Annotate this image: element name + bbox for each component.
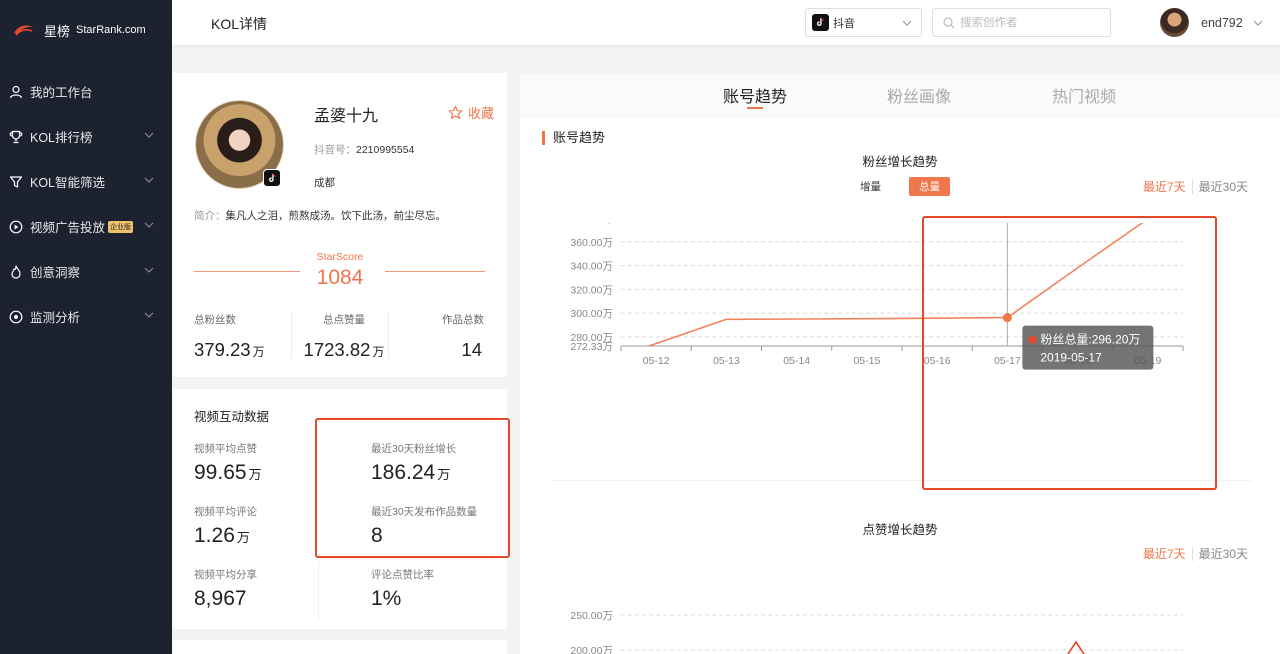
trophy-icon [9, 130, 23, 144]
brand-name-cn: 星榜 [44, 23, 71, 39]
divider [291, 311, 292, 359]
y-tick-label: 340.00万 [570, 261, 613, 273]
range-30d[interactable]: 最近30天 [1199, 178, 1248, 195]
flame-icon [9, 264, 23, 279]
sidebar-item-5[interactable]: 创意洞察 [0, 249, 172, 294]
y-tick-label: 360.00万 [570, 237, 613, 249]
sidebar-item-3[interactable]: KOL智能筛选 [0, 159, 172, 204]
user-menu[interactable]: end792 [1160, 8, 1263, 37]
chevron-down-icon [902, 20, 912, 26]
sidebar: 星榜 StarRank.com 我的工作台 KOL排行榜 KOL智能筛选 视频广告投放… [0, 0, 172, 654]
star-icon [448, 105, 463, 119]
metric-avg-shares: 视频平均分享 8,967 [194, 569, 257, 610]
section-title: 账号趋势 [542, 131, 605, 145]
sidebar-item-2[interactable]: KOL排行榜 [0, 114, 172, 159]
search-input[interactable] [960, 16, 1100, 29]
range-separator [1191, 546, 1193, 561]
range-30d[interactable]: 最近30天 [1199, 545, 1248, 562]
x-tick-label: 05-15 [853, 355, 880, 367]
y-tick-label: 280.00万 [570, 332, 613, 344]
chevron-down-icon [144, 132, 154, 138]
kol-name: 孟婆十九 [314, 108, 379, 125]
range-switch: 最近7天 最近30天 [1143, 178, 1248, 195]
x-tick-label: 05-12 [643, 355, 670, 367]
range-separator [1191, 179, 1193, 194]
city: 成都 [314, 177, 335, 189]
top-bar: KOL详情 抖音 end792 [172, 0, 1280, 45]
tiktok-icon [263, 169, 281, 187]
x-tick-label: 05-14 [783, 355, 810, 367]
chevron-down-icon [144, 222, 154, 228]
favorite-label: 收藏 [468, 106, 495, 121]
sidebar-item-label: 创意洞察 [30, 266, 81, 280]
highlight-box [315, 418, 510, 558]
active-tab-indicator [747, 107, 763, 109]
stat-followers: 总粉丝数 379.23 万 [194, 314, 265, 360]
chevron-down-icon [144, 177, 154, 183]
starscore-label: StarScore [316, 251, 364, 263]
series-line [1067, 640, 1085, 654]
platform-select-value: 抖音 [833, 17, 855, 30]
starscore-value: 1084 [316, 266, 364, 289]
user-icon [9, 85, 23, 99]
page-title: KOL详情 [211, 16, 268, 32]
chart-title: 点赞增长趋势 [862, 523, 938, 537]
sidebar-item-1[interactable]: 我的工作台 [0, 69, 172, 114]
sidebar-item-label: 监测分析 [30, 311, 81, 325]
tab-fan-profile[interactable]: 粉丝画像 [887, 83, 951, 107]
stat-likes: 总点赞量 1723.82 万 [303, 314, 385, 360]
chevron-down-icon [144, 267, 154, 273]
y-tick-label: 320.00万 [570, 284, 613, 296]
sidebar-item-6[interactable]: 监测分析 [0, 294, 172, 339]
brand-name-en: StarRank.com [76, 24, 146, 36]
chart-title: 粉丝增长趋势 [862, 155, 938, 169]
starrank-logo-icon [14, 25, 34, 36]
card-bottom [173, 640, 507, 654]
metric-avg-likes: 视频平均点赞 99.65 万 [194, 443, 262, 484]
legend-total[interactable]: 总量 [909, 177, 950, 196]
username: end792 [1201, 15, 1243, 30]
metric-comment-like-ratio: 评论点赞比率 1% [371, 569, 434, 610]
enterprise-badge: 企业版 [108, 220, 134, 233]
tab-hot-videos[interactable]: 热门视频 [1052, 83, 1116, 107]
stat-works: 作品总数 14 [442, 314, 484, 360]
chevron-down-icon [1253, 20, 1263, 26]
highlight-box [922, 216, 1217, 490]
x-tick-label: 05-13 [713, 355, 740, 367]
chart-legend: 增量 总量 [860, 177, 950, 196]
brand-logo[interactable]: 星榜 StarRank.com [0, 0, 172, 60]
avatar [1160, 8, 1189, 37]
douyin-id: 抖音号：2210995554 [314, 144, 415, 156]
play-circle-icon [9, 220, 23, 234]
y-tick-label: 200.00万 [570, 645, 613, 654]
chevron-down-icon [144, 312, 154, 318]
legend-increment[interactable]: 增量 [860, 179, 881, 194]
search-box[interactable] [932, 8, 1111, 37]
sidebar-item-label: KOL排行榜 [30, 131, 93, 145]
tiktok-icon [812, 14, 829, 31]
divider [318, 561, 319, 619]
range-7d[interactable]: 最近7天 [1143, 545, 1186, 562]
sidebar-item-label: KOL智能筛选 [30, 176, 106, 190]
range-switch: 最近7天 最近30天 [1143, 545, 1248, 562]
y-tick-label: 300.00万 [570, 308, 613, 320]
sidebar-item-4[interactable]: 视频广告投放 企业版 [0, 204, 172, 249]
target-icon [9, 310, 23, 324]
tab-account-trend[interactable]: 账号趋势 [723, 83, 787, 107]
sidebar-item-label: 视频广告投放 [30, 221, 106, 235]
y-tick-label: 250.00万 [570, 610, 613, 622]
range-7d[interactable]: 最近7天 [1143, 178, 1186, 195]
likes-trend-chart: 200.00万 250.00万 [570, 610, 1183, 654]
favorite-button[interactable]: 收藏 [448, 103, 494, 122]
bio: 简介：集凡人之泪，煎熬成汤。饮下此汤，前尘尽忘。 [194, 210, 446, 222]
platform-select[interactable]: 抖音 [805, 8, 922, 37]
interaction-title: 视频互动数据 [194, 410, 270, 424]
tabs-bar: 账号趋势 粉丝画像 热门视频 [520, 73, 1280, 118]
metric-avg-comments: 视频平均评论 1.26 万 [194, 506, 257, 547]
sidebar-item-label: 我的工作台 [30, 86, 93, 100]
profile-card: 孟婆十九 收藏 抖音号：2210995554 成都 简介：集凡人之泪，煎熬成汤。… [173, 73, 507, 377]
y-tick-label: 380.00万 [570, 223, 613, 225]
search-icon [943, 16, 955, 28]
filter-icon [9, 175, 23, 189]
